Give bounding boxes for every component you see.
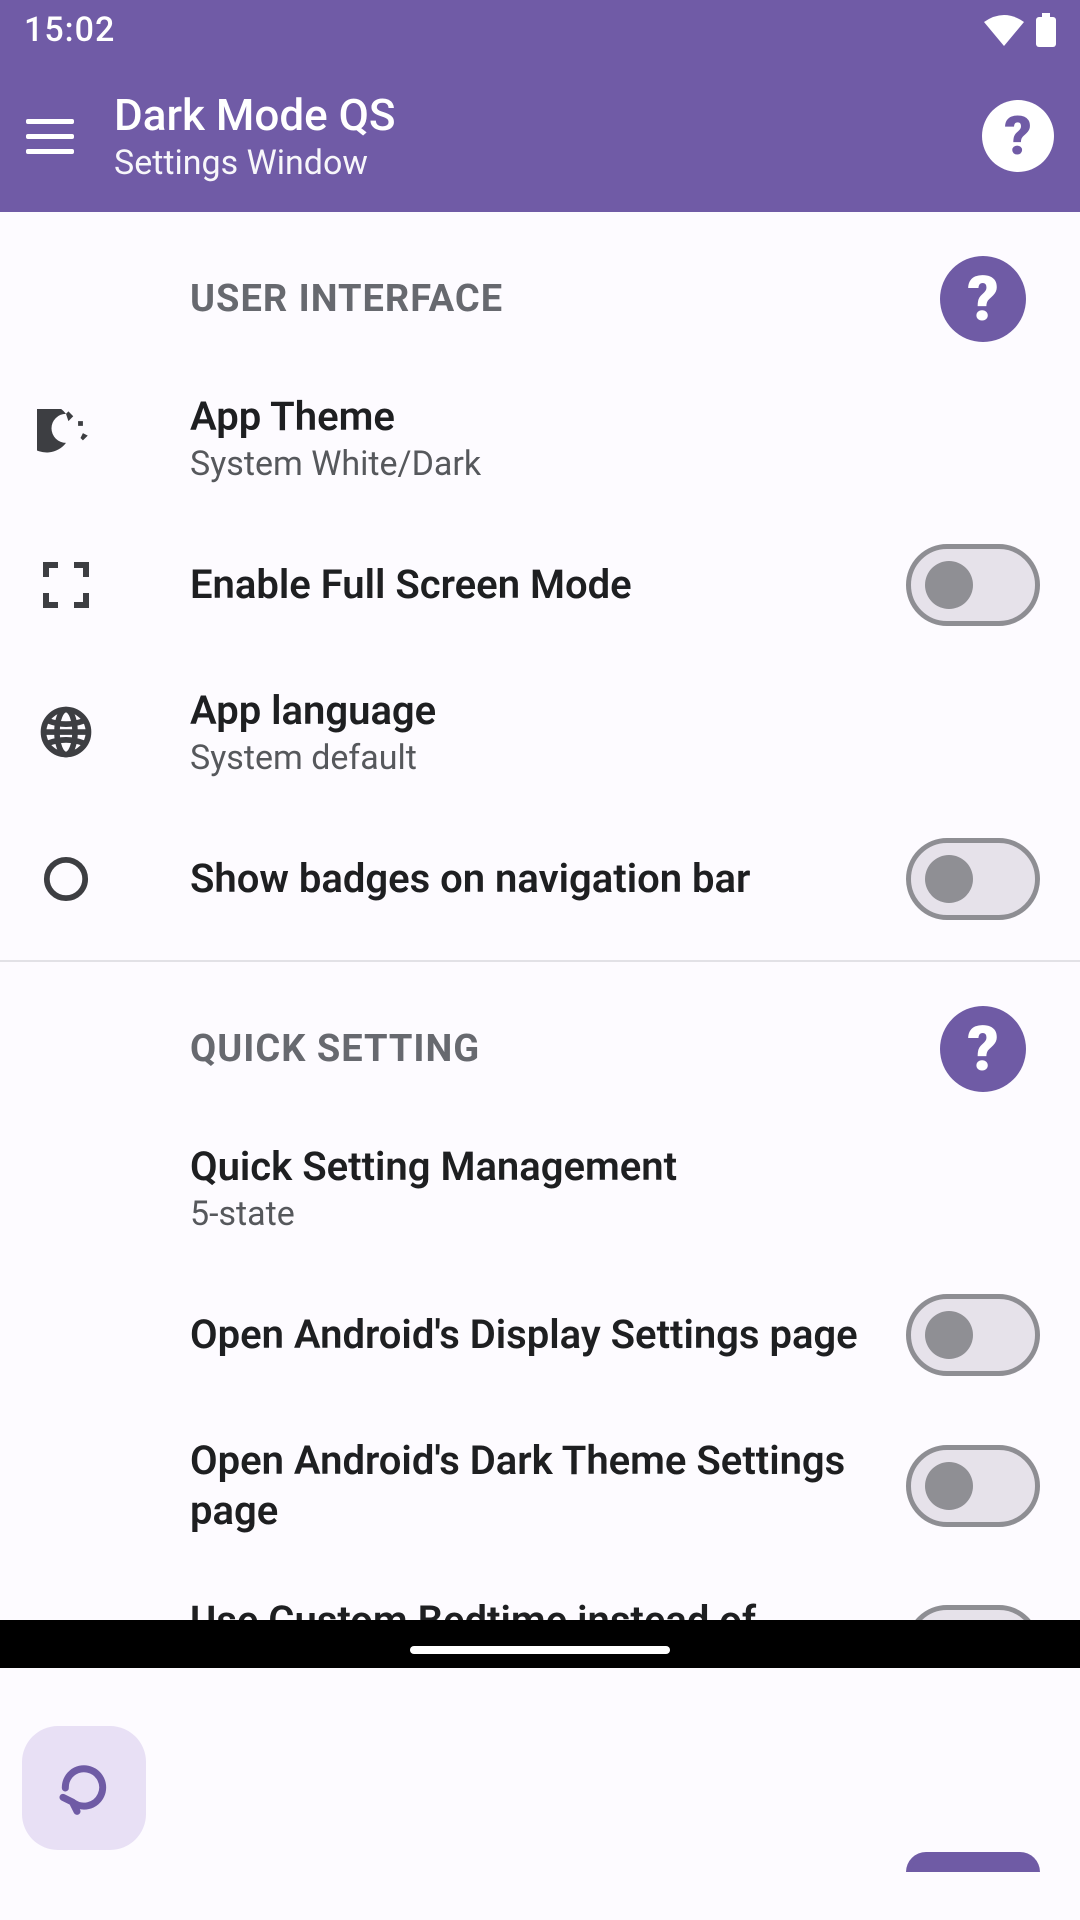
restore-fab[interactable] — [22, 1726, 146, 1850]
theme-icon — [30, 402, 102, 474]
setting-display-settings[interactable]: Open Android's Display Settings page — [0, 1264, 1080, 1406]
setting-language[interactable]: App language System default — [0, 656, 1080, 808]
display-settings-toggle[interactable] — [906, 1294, 1040, 1376]
globe-icon — [30, 696, 102, 768]
app-bar: Dark Mode QS Settings Window ? — [0, 60, 1080, 212]
status-bar: 15:02 — [0, 0, 1080, 60]
full-screen-toggle[interactable] — [906, 544, 1040, 626]
app-subtitle: Settings Window — [114, 143, 982, 183]
setting-title: Enable Full Screen Mode — [190, 560, 894, 610]
setting-title: Show badges on navigation bar — [190, 854, 894, 904]
circle-icon — [30, 843, 102, 915]
settings-content: USER INTERFACE ? App Theme System White/… — [0, 212, 1080, 1620]
app-bar-titles: Dark Mode QS Settings Window — [114, 89, 982, 183]
fullscreen-icon — [30, 549, 102, 621]
setting-title: App Theme — [190, 392, 1040, 442]
bedtime-toggle[interactable] — [906, 1605, 1040, 1620]
setting-app-theme[interactable]: App Theme System White/Dark — [0, 362, 1080, 514]
restore-icon — [56, 1760, 112, 1816]
setting-subtitle: System default — [190, 738, 1040, 778]
section-help-icon[interactable]: ? — [940, 1006, 1026, 1092]
app-title: Dark Mode QS — [114, 89, 982, 141]
setting-title: Use Custom Bedtime instead of Custom Sch… — [190, 1596, 894, 1620]
help-icon[interactable]: ? — [982, 100, 1054, 172]
setting-title: App language — [190, 686, 1040, 736]
setting-subtitle: System White/Dark — [190, 444, 1040, 484]
section-help-icon[interactable]: ? — [940, 256, 1026, 342]
badges-toggle[interactable] — [906, 838, 1040, 920]
nav-bar — [0, 1620, 1080, 1668]
setting-full-screen[interactable]: Enable Full Screen Mode — [0, 514, 1080, 656]
dark-theme-settings-toggle[interactable] — [906, 1445, 1040, 1527]
section-title: QUICK SETTING — [190, 1027, 480, 1071]
setting-badges[interactable]: Show badges on navigation bar — [0, 808, 1080, 950]
setting-qs-management[interactable]: Quick Setting Management 5-state — [0, 1112, 1080, 1264]
wifi-icon — [984, 14, 1024, 46]
section-header-user-interface: USER INTERFACE ? — [0, 212, 1080, 362]
section-title: USER INTERFACE — [190, 277, 503, 321]
setting-subtitle: 5-state — [190, 1194, 1040, 1234]
status-icons — [984, 13, 1056, 47]
gesture-handle[interactable] — [410, 1646, 670, 1654]
partial-toggle[interactable] — [906, 1852, 1040, 1872]
setting-dark-theme-settings[interactable]: Open Android's Dark Theme Settings page — [0, 1406, 1080, 1566]
setting-bedtime[interactable]: Use Custom Bedtime instead of Custom Sch… — [0, 1566, 1080, 1620]
setting-title: Open Android's Display Settings page — [190, 1310, 894, 1360]
section-header-quick-setting: QUICK SETTING ? — [0, 962, 1080, 1112]
setting-title: Quick Setting Management — [190, 1142, 1040, 1192]
menu-icon[interactable] — [26, 110, 78, 162]
status-time: 15:02 — [24, 10, 115, 50]
battery-icon — [1036, 13, 1056, 47]
setting-title: Open Android's Dark Theme Settings page — [190, 1436, 894, 1536]
